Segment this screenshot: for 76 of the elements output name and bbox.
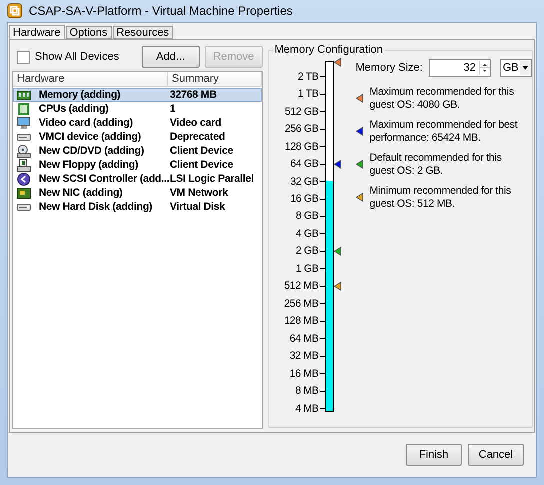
dialog-button[interactable]: Finish bbox=[406, 444, 462, 466]
memory-chip-icon bbox=[17, 88, 31, 102]
group-title: Memory Configuration bbox=[274, 44, 384, 56]
device-name: Memory (adding) bbox=[39, 89, 121, 101]
scale-label: 4 GB bbox=[296, 228, 319, 240]
device-summary: VM Network bbox=[169, 187, 230, 199]
floppy-drive-icon bbox=[17, 158, 31, 172]
scale-label: 128 MB bbox=[284, 315, 319, 328]
scale-label: 16 MB bbox=[290, 368, 319, 380]
scale-label: 2 TB bbox=[298, 70, 319, 83]
device-name: VMCI device (adding) bbox=[39, 131, 142, 143]
checkbox-label: Show All Devices bbox=[35, 51, 120, 63]
device-name: CPUs (adding) bbox=[39, 103, 109, 115]
scale-label: 32 GB bbox=[290, 176, 319, 188]
memory-size-field[interactable]: 32 bbox=[429, 59, 491, 77]
memory-scale-bar[interactable] bbox=[324, 61, 334, 412]
hardware-row[interactable]: New CD/DVD (adding) Client Device bbox=[13, 144, 262, 158]
tab[interactable]: Hardware bbox=[9, 25, 65, 39]
scale-label: 1 TB bbox=[298, 88, 319, 100]
hardware-row[interactable]: New NIC (adding) VM Network bbox=[13, 186, 262, 200]
spinner-icon[interactable] bbox=[479, 61, 490, 75]
column-header[interactable]: Summary bbox=[168, 72, 262, 86]
device-summary: Video card bbox=[169, 117, 222, 129]
scale-label: 8 GB bbox=[296, 210, 319, 222]
hardware-row[interactable]: New SCSI Controller (add...LSI Logic Parallel bbox=[13, 172, 262, 186]
legend-text: Maximum recommended for this guest OS: 4080 GB. bbox=[370, 86, 516, 111]
scale-label: 512 MB bbox=[284, 280, 319, 292]
device-summary: Client Device bbox=[169, 159, 234, 171]
hardware-row[interactable]: Memory (adding) 32768 MB bbox=[13, 88, 262, 102]
monitor-icon bbox=[17, 116, 31, 130]
device-summary: 1 bbox=[169, 103, 177, 115]
app-logo-icon bbox=[7, 3, 23, 19]
tab[interactable]: Options bbox=[66, 26, 112, 39]
legend-text: Maximum recommended for best performance: 65424 MB. bbox=[370, 119, 519, 144]
scale-label: 256 GB bbox=[284, 123, 319, 136]
legend-text: Default recommended for this guest OS: 2 GB. bbox=[370, 152, 503, 177]
device-summary: 32768 MB bbox=[169, 89, 218, 101]
device-summary: Deprecated bbox=[169, 131, 226, 143]
scale-label: 128 GB bbox=[284, 140, 319, 153]
device-name: Video card (adding) bbox=[39, 117, 134, 129]
scale-label: 64 MB bbox=[290, 332, 319, 345]
scale-label: 8 MB bbox=[295, 385, 319, 398]
hardware-row[interactable]: New Floppy (adding) Client Device bbox=[13, 158, 262, 172]
scale-label: 64 GB bbox=[290, 158, 319, 170]
scale-label: 2 GB bbox=[296, 245, 319, 258]
memory-size-label: Memory Size: bbox=[356, 62, 423, 74]
scale-label: 16 GB bbox=[290, 193, 319, 206]
hardware-row[interactable]: CPUs (adding) 1 bbox=[13, 102, 262, 116]
scale-label: 4 MB bbox=[295, 402, 319, 415]
hardware-row[interactable]: New Hard Disk (adding) Virtual Disk bbox=[13, 200, 262, 214]
device-summary: LSI Logic Parallel bbox=[169, 173, 255, 185]
dialog-button[interactable]: Cancel bbox=[468, 444, 524, 466]
chip-icon bbox=[17, 102, 31, 116]
device-name: New Hard Disk (adding) bbox=[39, 201, 152, 213]
scale-label: 512 GB bbox=[284, 106, 319, 118]
device-name: New SCSI Controller (add... bbox=[39, 173, 170, 185]
device-name: New Floppy (adding) bbox=[39, 159, 138, 171]
hardware-row[interactable]: Video card (adding) Video card bbox=[13, 116, 262, 130]
network-card-icon bbox=[17, 186, 31, 200]
hardware-row[interactable]: VMCI device (adding) Deprecated bbox=[13, 130, 262, 144]
device-summary: Virtual Disk bbox=[169, 201, 226, 213]
toolbar-button[interactable]: Add... bbox=[142, 46, 200, 68]
checkbox[interactable] bbox=[17, 50, 30, 64]
column-header[interactable]: Hardware bbox=[13, 72, 168, 86]
scale-label: 1 GB bbox=[296, 262, 319, 275]
tab[interactable]: Resources bbox=[112, 26, 174, 39]
device-name: New NIC (adding) bbox=[39, 187, 123, 199]
controller-icon bbox=[17, 172, 31, 186]
scale-label: 256 MB bbox=[284, 298, 319, 310]
disc-drive-icon bbox=[17, 144, 31, 158]
window-title: CSAP-SA-V-Platform - Virtual Machine Properties bbox=[29, 4, 293, 18]
device-summary: Client Device bbox=[169, 145, 234, 157]
unit-dropdown[interactable]: GB bbox=[500, 59, 532, 77]
legend-text: Minimum recommended for this guest OS: 512 MB. bbox=[370, 185, 512, 210]
scale-label: 32 MB bbox=[290, 350, 319, 362]
device-name: New CD/DVD (adding) bbox=[39, 145, 144, 157]
